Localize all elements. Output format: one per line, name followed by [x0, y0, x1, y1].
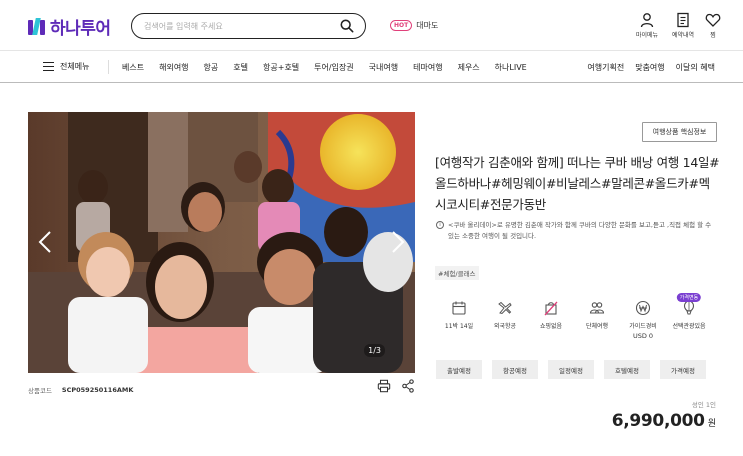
nav-item-custom-travel[interactable]: 맞춤여행	[635, 62, 664, 73]
nav-divider	[108, 60, 109, 74]
hot-keyword[interactable]: HOT 대마도	[390, 20, 438, 31]
nav-item-theme[interactable]: 테마여행	[413, 62, 442, 73]
search-box[interactable]	[131, 13, 366, 39]
product-gallery[interactable]: 1/3	[28, 112, 415, 373]
main-nav: 전체메뉴 베스트 해외여행 항공 호텔 항공+호텔 투어/입장권 국내여행 테마…	[0, 50, 743, 83]
all-menu-label: 전체메뉴	[60, 62, 90, 71]
product-description-text: <쿠바 올리데이>로 유명한 김춘애 작가와 함께 쿠바의 다양한 문화를 보고…	[448, 221, 712, 240]
feature-duration: 11박 14일	[436, 300, 482, 340]
feature-guide-fee-value: USD 0	[632, 332, 654, 340]
nav-right: 여행기획전 맞춤여행 이달의 혜택	[576, 62, 715, 73]
tab-price[interactable]: 가격예정	[660, 360, 706, 379]
feature-duration-label: 11박 14일	[444, 323, 474, 330]
gallery-next-icon[interactable]	[391, 230, 405, 254]
product-tag[interactable]: #체험/클래스	[435, 266, 479, 280]
nav-item-exhibitions[interactable]: 여행기획전	[587, 62, 624, 73]
price-unit: 원	[707, 419, 716, 429]
price: 6,990,000 원	[612, 411, 716, 431]
product-features: 11박 14일 외국항공 쇼핑없음 단체여행 가이드경비 USD 0 가격변동 …	[436, 293, 712, 340]
wishlist-label: 찜	[710, 32, 716, 39]
reservations-button[interactable]: 예약내역	[672, 12, 694, 39]
feature-group: 단체여행	[574, 300, 620, 340]
calendar-icon	[452, 301, 466, 315]
hot-keyword-text: 대마도	[416, 21, 439, 30]
all-menu-button[interactable]: 전체메뉴	[43, 61, 89, 72]
nav-item-overseas[interactable]: 해외여행	[159, 62, 188, 73]
hot-badge: HOT	[390, 20, 413, 31]
product-code-row: 상품코드 SCP059250116AMK	[28, 379, 415, 397]
search-icon[interactable]	[340, 19, 354, 33]
nav-item-hana-live[interactable]: 하나LIVE	[495, 62, 527, 73]
hamburger-icon	[43, 62, 54, 71]
feature-airline-label: 외국항공	[493, 323, 517, 330]
share-actions	[377, 379, 415, 393]
tab-itinerary[interactable]: 일정예정	[548, 360, 594, 379]
feature-optional-tour: 가격변동 선택관광있음	[666, 293, 712, 340]
nav-item-zeus[interactable]: 제우스	[458, 62, 480, 73]
nav-item-best[interactable]: 베스트	[122, 62, 144, 73]
nav-item-hotel[interactable]: 호텔	[233, 62, 248, 73]
logo[interactable]: 하나투어	[28, 14, 111, 39]
airplane-icon	[498, 301, 512, 315]
tab-hotel[interactable]: 호텔예정	[604, 360, 650, 379]
feature-shopping: 쇼핑없음	[528, 300, 574, 340]
won-coin-icon	[635, 300, 651, 316]
feature-optional-tour-label: 선택관광있음	[672, 323, 706, 330]
product-code-value: SCP059250116AMK	[61, 386, 134, 394]
nav-item-flight[interactable]: 항공	[204, 62, 219, 73]
my-menu-button[interactable]: 마이메뉴	[636, 12, 658, 39]
print-icon[interactable]	[377, 379, 391, 393]
key-info-button[interactable]: 여행상품 핵심정보	[642, 122, 717, 142]
gallery-prev-icon[interactable]	[38, 230, 52, 254]
site-header: 하나투어 HOT 대마도 마이메뉴 예약내역 찜	[0, 0, 743, 50]
tab-flight[interactable]: 항공예정	[492, 360, 538, 379]
group-icon	[589, 302, 605, 314]
wishlist-button[interactable]: 찜	[705, 12, 721, 39]
no-shopping-icon	[544, 301, 558, 316]
gallery-counter: 1/3	[364, 344, 385, 357]
product-code-label: 상품코드	[28, 387, 52, 395]
info-icon: i	[436, 221, 444, 229]
my-menu-label: 마이메뉴	[636, 32, 659, 39]
heart-icon	[705, 13, 721, 27]
schedule-tabs: 출발예정 항공예정 일정예정 호텔예정 가격예정	[436, 360, 706, 379]
price-label: 성인 1인	[691, 401, 716, 409]
nav-item-tour-tickets[interactable]: 투어/입장권	[314, 62, 354, 73]
document-icon	[677, 12, 689, 28]
search-input[interactable]	[144, 18, 334, 34]
nav-item-monthly-benefits[interactable]: 이달의 혜택	[676, 62, 715, 73]
nav-item-domestic[interactable]: 국내여행	[369, 62, 398, 73]
tab-departure[interactable]: 출발예정	[436, 360, 482, 379]
logo-text: 하나투어	[50, 19, 111, 39]
reservations-label: 예약내역	[672, 32, 695, 39]
balloon-icon	[683, 300, 695, 315]
feature-shopping-label: 쇼핑없음	[539, 323, 563, 330]
product-title: [여행작가 김춘애와 함께] 떠나는 쿠바 배낭 여행 14일#올드하바나#헤밍…	[435, 155, 720, 212]
nav-item-flight-hotel[interactable]: 항공+호텔	[263, 62, 299, 73]
product-photo	[28, 112, 415, 373]
product-description: i <쿠바 올리데이>로 유명한 김춘애 작가와 함께 쿠바의 다양한 문화를 …	[436, 220, 716, 242]
logo-mark-icon	[28, 18, 45, 35]
feature-guide-fee-label: 가이드경비	[629, 323, 657, 330]
nav-items: 베스트 해외여행 항공 호텔 항공+호텔 투어/입장권 국내여행 테마여행 제우…	[122, 62, 542, 73]
feature-group-label: 단체여행	[585, 323, 609, 330]
user-icon	[640, 13, 654, 28]
price-change-badge: 가격변동	[676, 293, 702, 302]
feature-guide-fee: 가이드경비 USD 0	[620, 300, 666, 340]
price-value: 6,990,000	[611, 411, 705, 431]
share-icon[interactable]	[401, 379, 415, 393]
feature-airline: 외국항공	[482, 300, 528, 340]
